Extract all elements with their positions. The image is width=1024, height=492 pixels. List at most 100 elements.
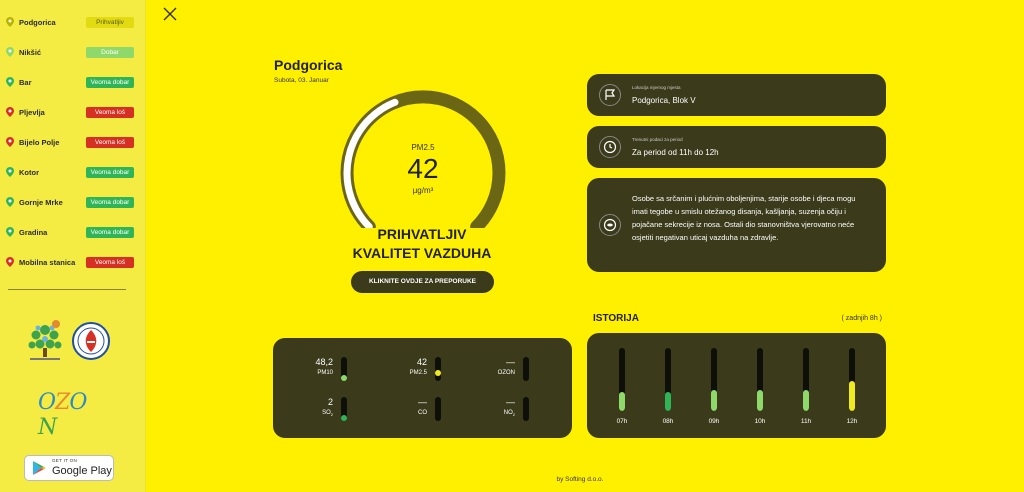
pollutant-level-dot <box>341 375 347 381</box>
station-status-badge: Dobar <box>86 46 134 58</box>
station-item[interactable]: Nikšić Dobar <box>6 43 134 61</box>
history-bar-label: 09h <box>708 418 720 425</box>
location-pin-icon <box>6 257 14 267</box>
station-status-badge: Veoma dobar <box>86 226 134 238</box>
recommendations-button[interactable]: KLIKNITE OVDJE ZA PREPORUKE <box>351 271 494 293</box>
station-status-badge: Veoma dobar <box>86 166 134 178</box>
history-bar: 10h <box>745 348 775 428</box>
google-play-small-text: GET IT ON <box>52 458 78 464</box>
pollutant-5: — CO <box>391 397 441 427</box>
station-item[interactable]: Kotor Veoma dobar <box>6 163 134 181</box>
history-bar-label: 07h <box>616 418 628 425</box>
pollutant-name: NO2 <box>503 410 515 418</box>
history-bar: 09h <box>699 348 729 428</box>
history-bar-track <box>803 348 809 411</box>
station-name: Gradina <box>19 227 48 237</box>
history-bar: 08h <box>653 348 683 428</box>
pollutant-value: — <box>506 357 515 367</box>
location-pin-icon <box>6 167 14 177</box>
history-bar-fill <box>803 390 809 411</box>
location-card-value: Podgorica, Blok V <box>632 96 696 105</box>
location-pin-icon <box>6 77 14 87</box>
history-bar-fill <box>665 392 671 411</box>
location-icon-wrap <box>599 84 621 106</box>
period-card-value: Za period od 11h do 12h <box>632 148 719 157</box>
history-bar-track <box>665 348 671 411</box>
gauge-unit: µg/m³ <box>412 186 434 195</box>
station-item[interactable]: Podgorica Prihvatljiv <box>6 13 134 31</box>
station-item[interactable]: Mobilna stanica Veoma loš <box>6 253 134 271</box>
location-pin-icon <box>6 197 14 207</box>
pollutant-name: OZON <box>497 370 515 376</box>
gauge-value: 42 <box>407 153 439 184</box>
flag-icon <box>605 89 616 100</box>
station-name: Nikšić <box>19 47 42 57</box>
close-button[interactable] <box>162 6 178 22</box>
pollutant-1: 48,2 PM10 <box>297 357 347 387</box>
google-play-icon <box>33 461 46 475</box>
quality-caption: KVALITET VAZDUHA <box>352 245 492 261</box>
google-play-badge[interactable]: GET IT ON Google Play <box>24 455 114 481</box>
pollutant-level-bar <box>435 357 441 381</box>
mask-icon <box>603 218 617 232</box>
pollutant-name: CO <box>418 410 427 416</box>
period-card-label: Trenutni podaci za period <box>632 137 683 142</box>
history-bar-fill <box>711 390 717 411</box>
location-pin-icon <box>6 17 14 27</box>
health-icon-wrap <box>599 214 621 236</box>
clock-icon <box>603 140 617 154</box>
station-status-badge: Veoma loš <box>86 136 134 148</box>
sidebar-divider <box>8 289 126 290</box>
google-play-big-text: Google Play <box>52 464 112 477</box>
tree-logo <box>24 318 66 364</box>
city-date: Subota, 03. Januar <box>274 77 329 84</box>
station-item[interactable]: Bijelo Polje Veoma loš <box>6 133 134 151</box>
history-bar-track <box>619 348 625 411</box>
gauge-label: PM2.5 <box>411 143 435 152</box>
history-bar-label: 11h <box>800 418 812 425</box>
station-item[interactable]: Pljevlja Veoma loš <box>6 103 134 121</box>
station-name: Pljevlja <box>19 107 45 117</box>
station-name: Bar <box>19 77 32 87</box>
station-item[interactable]: Gornje Mrke Veoma dobar <box>6 193 134 211</box>
pollutant-name: PM2.5 <box>409 370 427 376</box>
pollutants-panel: 48,2 PM10 42 PM2.5 — OZON 2 SO2 — CO — NO2 <box>273 338 572 438</box>
station-item[interactable]: Bar Veoma dobar <box>6 73 134 91</box>
station-status-badge: Prihvatljiv <box>86 16 134 28</box>
history-bar-track <box>711 348 717 411</box>
pollutant-value: — <box>418 397 427 407</box>
pollutant-name: SO2 <box>322 410 333 418</box>
pollutant-value: — <box>506 397 515 407</box>
station-name: Mobilna stanica <box>19 257 76 267</box>
history-bar: 07h <box>607 348 637 428</box>
station-status-badge: Veoma dobar <box>86 196 134 208</box>
pollutant-3: — OZON <box>479 357 529 387</box>
footer-credit: by Softing d.o.o. <box>556 476 604 483</box>
health-description-card: Osobe sa srčanim i plućnim oboljenjima, … <box>587 178 886 272</box>
close-icon <box>163 7 177 21</box>
history-bar-label: 08h <box>662 418 674 425</box>
location-pin-icon <box>6 137 14 147</box>
history-bar-track <box>757 348 763 411</box>
pollutant-level-bar <box>523 357 529 381</box>
location-card-label: Lokacija mjernog mjesta <box>632 85 681 90</box>
history-bar-fill <box>619 392 625 411</box>
history-title: ISTORIJA <box>593 313 639 324</box>
pollutant-level-bar <box>523 397 529 421</box>
history-bar: 11h <box>791 348 821 428</box>
seal-logo <box>72 322 110 360</box>
location-pin-icon <box>6 107 14 117</box>
station-item[interactable]: Gradina Veoma dobar <box>6 223 134 241</box>
history-bar-fill <box>757 390 763 411</box>
history-panel: 07h 08h 09h 10h 11h 12h <box>587 333 886 438</box>
pollutant-name: PM10 <box>317 370 333 376</box>
pollutant-4: 2 SO2 <box>297 397 347 427</box>
history-bar-label: 12h <box>846 418 858 425</box>
quality-status: PRIHVATLJIV <box>377 226 467 242</box>
ozon-logo: OZON <box>38 390 87 440</box>
station-name: Gornje Mrke <box>19 197 63 207</box>
location-card: Lokacija mjernog mjesta Podgorica, Blok … <box>587 74 886 116</box>
pollutant-value: 42 <box>416 357 427 367</box>
station-status-badge: Veoma loš <box>86 256 134 268</box>
pollutant-level-dot <box>435 370 441 376</box>
